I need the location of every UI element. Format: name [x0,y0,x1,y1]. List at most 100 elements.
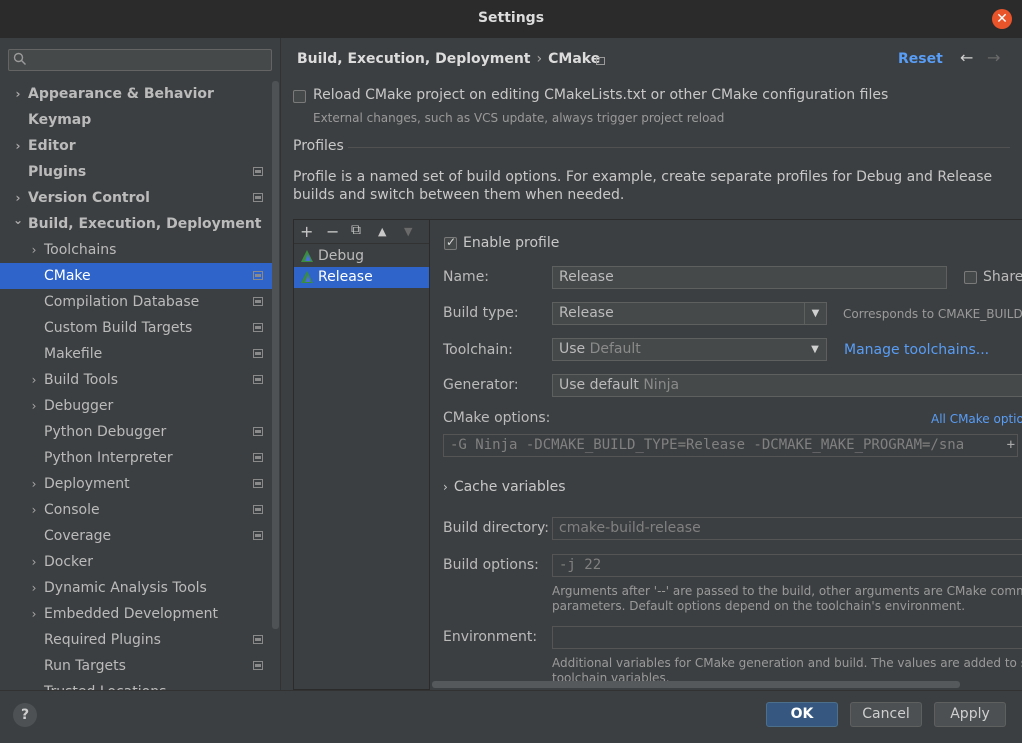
profile-item-debug[interactable]: Debug [294,246,429,267]
sidebar-item-label: Deployment [44,476,130,492]
sidebar-item-trusted-locations[interactable]: Trusted Locations [0,679,272,690]
project-scope-icon [253,635,263,644]
sidebar-item-toolchains[interactable]: › Toolchains [0,237,272,263]
sidebar-item-appearance-behavior[interactable]: › Appearance & Behavior [0,81,272,107]
sidebar-item-label: Version Control [28,190,150,206]
help-button[interactable]: ? [13,703,37,727]
sidebar-item-python-interpreter[interactable]: Python Interpreter [0,445,272,471]
sidebar-item-keymap[interactable]: Keymap [0,107,272,133]
build-type-hint: Corresponds to CMAKE_BUILD_T [843,307,1022,321]
name-field[interactable]: Release [552,266,947,289]
sidebar-item-coverage[interactable]: Coverage [0,523,272,549]
sidebar-item-version-control[interactable]: › Version Control [0,185,272,211]
search-input[interactable] [8,49,272,71]
sidebar-item-run-targets[interactable]: Run Targets [0,653,272,679]
enable-profile-checkbox[interactable] [444,235,457,250]
horizontal-scrollbar[interactable] [432,681,960,688]
environment-field[interactable] [552,626,1022,649]
chevron-down-icon: ▼ [804,303,826,324]
sidebar-item-build-tools[interactable]: › Build Tools [0,367,272,393]
sidebar-item-label: Dynamic Analysis Tools [44,580,207,596]
cmake-icon [301,271,313,283]
share-label[interactable]: Share [983,269,1022,285]
section-divider [348,147,1010,148]
enable-profile-label[interactable]: Enable profile [463,235,559,251]
breadcrumb-parent[interactable]: Build, Execution, Deployment [297,51,531,67]
chevron-right-icon[interactable]: › [12,133,24,159]
chevron-right-icon[interactable]: › [28,549,40,575]
project-scope-icon [253,193,263,202]
cmake-options-field[interactable]: -G Ninja -DCMAKE_BUILD_TYPE=Release -DCM… [443,434,1018,457]
remove-profile-button[interactable]: − [326,222,339,241]
build-type-select[interactable]: Release ▼ [552,302,827,325]
sidebar-item-editor[interactable]: › Editor [0,133,272,159]
chevron-down-icon: ▼ [811,344,819,355]
sidebar-item-python-debugger[interactable]: Python Debugger [0,419,272,445]
profiles-toolbar: + − ⧉ ▲ ▼ [294,220,429,244]
sidebar-item-label: Python Debugger [44,424,167,440]
generator-select[interactable]: Use default Ninja [552,374,1022,397]
chevron-down-icon[interactable]: ⌄ [12,207,24,233]
forward-arrow-icon[interactable]: → [987,48,1000,67]
chevron-right-icon[interactable]: › [28,471,40,497]
sidebar-item-label: Custom Build Targets [44,320,193,336]
sidebar-item-label: Run Targets [44,658,126,674]
breadcrumb-separator: › [536,51,543,67]
sidebar-item-console[interactable]: › Console [0,497,272,523]
sidebar-item-debugger[interactable]: › Debugger [0,393,272,419]
chevron-right-icon[interactable]: › [28,393,40,419]
sidebar-item-custom-build-targets[interactable]: Custom Build Targets [0,315,272,341]
cancel-button[interactable]: Cancel [850,702,922,727]
ok-button[interactable]: OK [766,702,838,727]
sidebar-item-cmake[interactable]: CMake [0,263,272,289]
reset-link[interactable]: Reset [898,51,943,67]
sidebar-item-makefile[interactable]: Makefile [0,341,272,367]
apply-button[interactable]: Apply [934,702,1006,727]
chevron-right-icon[interactable]: › [12,81,24,107]
reload-checkbox[interactable] [293,90,306,103]
profiles-list: + − ⧉ ▲ ▼ Debug Release [293,219,430,690]
project-scope-icon [253,297,263,306]
all-cmake-options-link[interactable]: All CMake option [931,412,1022,426]
chevron-right-icon[interactable]: › [28,237,40,263]
share-checkbox[interactable] [964,271,977,284]
sidebar-item-plugins[interactable]: Plugins [0,159,272,185]
settings-sidebar: › Appearance & Behavior Keymap › Editor Plugi… [0,38,281,690]
sidebar-item-embedded-development[interactable]: › Embedded Development [0,601,272,627]
sidebar-item-dynamic-analysis-tools[interactable]: › Dynamic Analysis Tools [0,575,272,601]
sidebar-item-deployment[interactable]: › Deployment [0,471,272,497]
chevron-right-icon[interactable]: › [28,367,40,393]
chevron-right-icon[interactable]: › [28,575,40,601]
move-up-button[interactable]: ▲ [378,225,386,238]
sidebar-item-compilation-database[interactable]: Compilation Database [0,289,272,315]
add-profile-button[interactable]: + [300,222,313,241]
cmake-settings-panel: Build, Execution, Deployment › CMake Reset… [282,38,1022,690]
chevron-right-icon[interactable]: › [28,601,40,627]
project-scope-icon [253,167,263,176]
sidebar-scrollbar[interactable] [272,81,279,629]
build-options-field[interactable]: -j 22 [552,554,1022,577]
copy-profile-button[interactable]: ⧉ [351,222,361,238]
breadcrumb: Build, Execution, Deployment › CMake [297,51,600,67]
expand-icon[interactable]: + [1007,435,1015,456]
title-bar[interactable]: Settings ✕ [0,0,1022,38]
toolchain-select[interactable]: Use Default ▼ [552,338,827,361]
project-scope-icon [253,271,263,280]
chevron-right-icon[interactable]: › [28,497,40,523]
close-button[interactable]: ✕ [992,9,1012,29]
move-down-button[interactable]: ▼ [404,225,412,238]
generator-value: Ninja [643,377,680,393]
sidebar-item-required-plugins[interactable]: Required Plugins [0,627,272,653]
manage-toolchains-link[interactable]: Manage toolchains... [844,342,989,358]
build-directory-field[interactable]: cmake-build-release [552,517,1022,540]
sidebar-item-build-execution-deployment[interactable]: ⌄ Build, Execution, Deployment [0,211,272,237]
sidebar-item-label: Appearance & Behavior [28,86,214,102]
project-scope-icon [253,453,263,462]
project-scope-icon [253,427,263,436]
reload-label[interactable]: Reload CMake project on editing CMakeLis… [313,87,888,103]
back-arrow-icon[interactable]: ← [960,48,973,67]
build-options-hint-2: parameters. Default options depend on th… [552,599,966,613]
profile-item-release[interactable]: Release [294,267,429,288]
cache-variables-toggle[interactable]: › Cache variables [443,479,566,495]
sidebar-item-docker[interactable]: › Docker [0,549,272,575]
